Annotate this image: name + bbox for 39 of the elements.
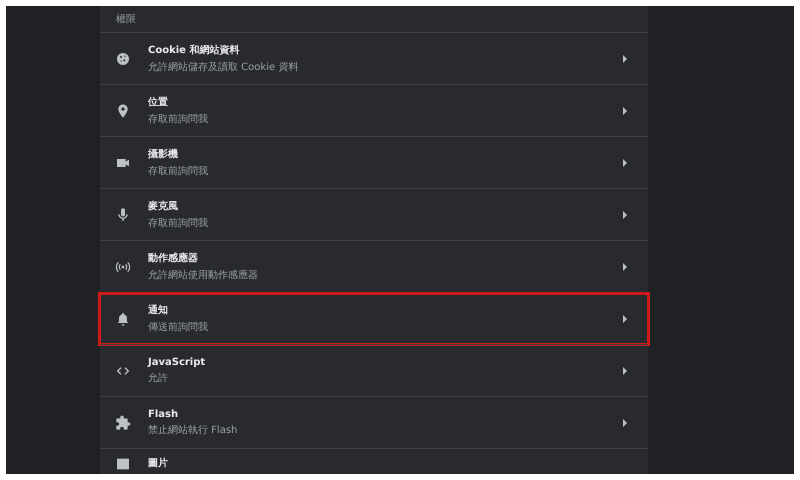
arrow-right-icon (622, 366, 628, 374)
row-subtitle: 存取前詢問我 (148, 112, 209, 126)
bell-icon (115, 310, 131, 326)
settings-row[interactable]: 位置 存取前詢問我 (100, 84, 648, 136)
row-title: JavaScript (148, 356, 206, 368)
settings-row[interactable]: Cookie 和網站資料 允許網站儲存及讀取 Cookie 資料 (100, 32, 648, 84)
row-title: Flash (148, 408, 180, 420)
row-title: 動作感應器 (148, 251, 199, 265)
row-subtitle: 存取前詢問我 (148, 164, 209, 178)
arrow-right-icon (622, 54, 628, 62)
settings-row[interactable]: JavaScript 允許 (100, 344, 648, 396)
row-subtitle: 存取前詢問我 (148, 216, 209, 230)
row-title: Cookie 和網站資料 (148, 44, 240, 57)
settings-row[interactable]: 動作感應器 允許網站使用動作感應器 (100, 240, 648, 292)
row-title: 攝影機 (148, 148, 179, 161)
row-subtitle: 允許網站使用動作感應器 (148, 268, 259, 282)
arrow-right-icon (622, 418, 628, 426)
row-subtitle: 允許 (148, 372, 169, 384)
cookie-icon (115, 50, 131, 66)
row-title: 圖片 (148, 456, 169, 470)
row-title: 通知 (148, 304, 169, 317)
section-title: 權限 (116, 12, 136, 26)
settings-row[interactable]: 麥克風 存取前詢問我 (100, 188, 648, 240)
puzzle-piece-icon (115, 414, 131, 430)
row-title: 麥克風 (148, 200, 179, 213)
settings-row[interactable]: Flash 禁止網站執行 Flash (100, 396, 648, 448)
settings-row[interactable]: 通知 傳送前詢問我 (100, 292, 648, 344)
row-subtitle: 允許網站儲存及讀取 Cookie 資料 (148, 60, 300, 74)
arrow-right-icon (622, 106, 628, 114)
settings-row[interactable]: 圖片 (100, 448, 648, 474)
arrow-right-icon (622, 262, 628, 270)
image-icon (115, 456, 131, 472)
row-title: 位置 (148, 96, 169, 109)
row-subtitle: 禁止網站執行 Flash (148, 424, 238, 436)
row-subtitle: 傳送前詢問我 (148, 320, 209, 334)
arrow-right-icon (622, 210, 628, 218)
arrow-right-icon (622, 314, 628, 322)
arrow-right-icon (622, 158, 628, 166)
settings-row[interactable]: 攝影機 存取前詢問我 (100, 136, 648, 188)
